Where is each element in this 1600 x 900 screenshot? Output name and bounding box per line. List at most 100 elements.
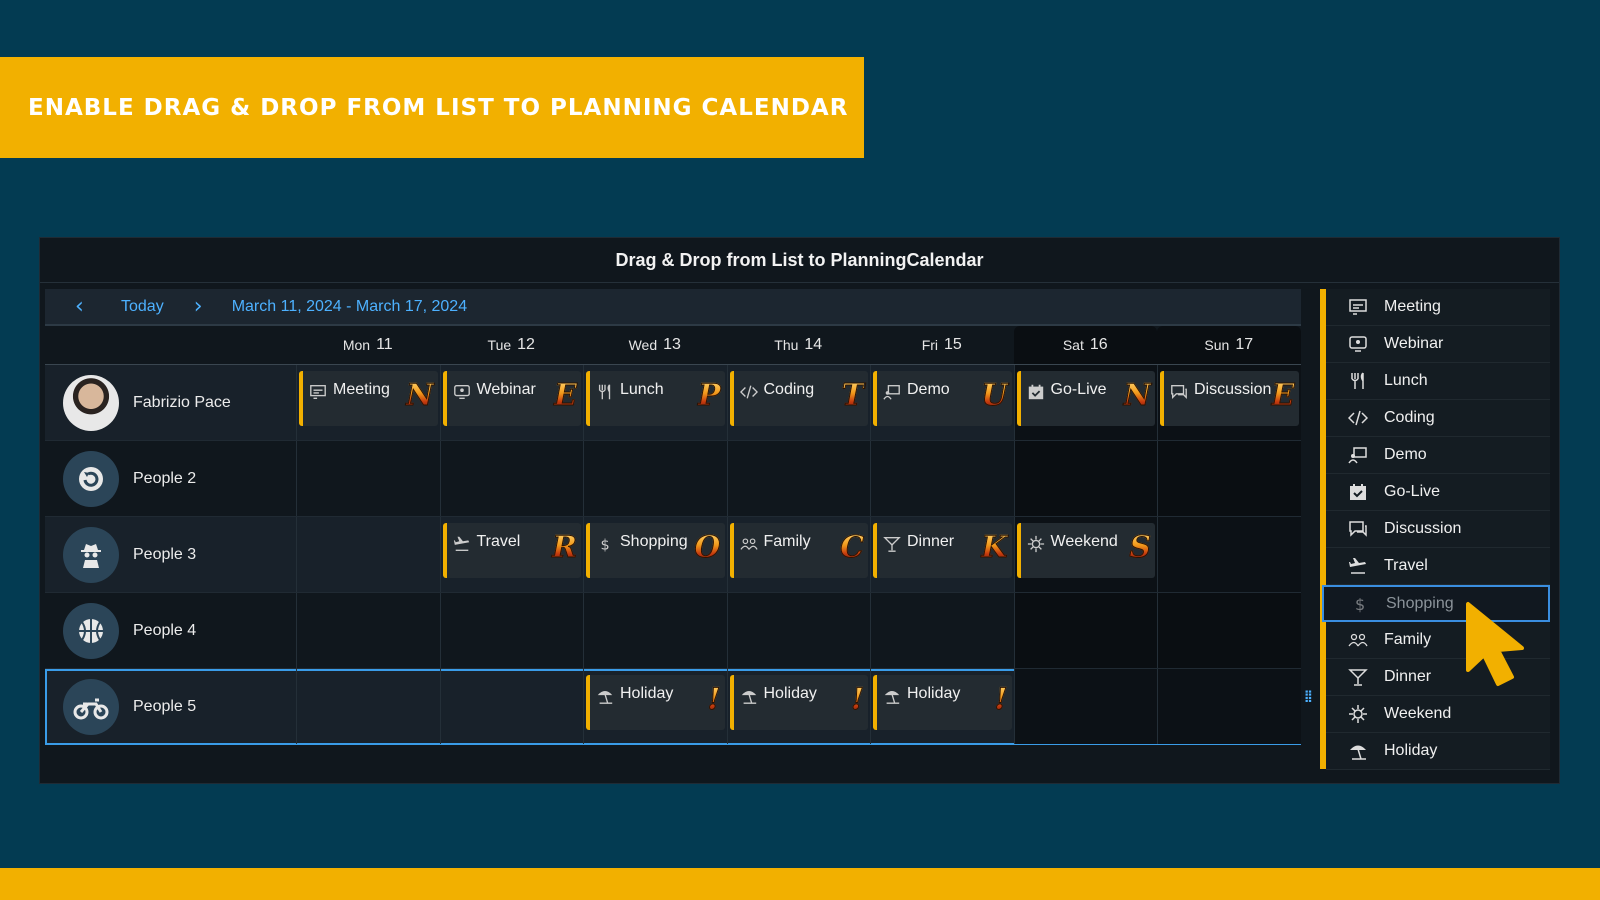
appointment-letter: T <box>841 378 864 413</box>
appointment[interactable]: Demo U <box>873 371 1012 426</box>
resize-grip-icon[interactable]: ⁞⁞ <box>1304 690 1313 705</box>
appointment-title: Meeting <box>333 381 390 398</box>
calendar-row-selected[interactable]: People 5 Holiday! Holiday! Holiday! <box>45 669 1301 745</box>
dinner-icon <box>1348 669 1368 686</box>
calendar-cell[interactable]: Discussion E <box>1157 365 1301 440</box>
shopping-icon: $ <box>1355 595 1365 614</box>
appointment[interactable]: Holiday! <box>873 675 1012 730</box>
calendar-cell[interactable]: Lunch P <box>583 365 727 440</box>
list-item-lunch[interactable]: Lunch <box>1326 363 1550 400</box>
appointment-title: Holiday <box>620 685 674 702</box>
calendar-cell[interactable]: Holiday! <box>583 669 727 744</box>
calendar-cell[interactable] <box>1157 441 1301 516</box>
calendar-cell[interactable]: Demo U <box>870 365 1014 440</box>
calendar-cell[interactable] <box>1157 517 1301 592</box>
calendar-cell[interactable]: $ Shopping O <box>583 517 727 592</box>
list-item-webinar[interactable]: Webinar <box>1326 326 1550 363</box>
calendar-cell[interactable] <box>726 593 871 668</box>
appointment-letter: N <box>1123 378 1151 413</box>
day-header-tue[interactable]: Tue 12 <box>440 326 584 364</box>
calendar-cell[interactable] <box>583 441 727 516</box>
calendar-cell[interactable] <box>1013 669 1157 744</box>
basketball-icon <box>79 618 103 643</box>
calendar-cell[interactable] <box>296 669 440 744</box>
list-item-holiday[interactable]: Holiday <box>1326 733 1550 770</box>
appointment[interactable]: Dinner K <box>873 523 1012 578</box>
day-name: Thu <box>774 337 799 353</box>
calendar-cell[interactable]: Meeting N <box>296 365 440 440</box>
calendar-cell[interactable]: Holiday! <box>870 669 1014 744</box>
today-button[interactable]: Today <box>121 298 164 316</box>
row-header: People 3 <box>45 517 296 592</box>
day-header-mon[interactable]: Mon 11 <box>296 326 440 364</box>
calendar-row[interactable]: People 3 Travel R $ Shopping O Family C Dinn… <box>45 517 1301 593</box>
appointment[interactable]: Discussion E <box>1160 371 1299 426</box>
title-banner: ENABLE DRAG & DROP FROM LIST TO PLANNING… <box>0 57 864 158</box>
mouse-pointer-icon <box>1466 602 1524 686</box>
holiday-icon <box>741 691 756 704</box>
appointment[interactable]: $ Shopping O <box>586 523 725 578</box>
calendar-cell[interactable]: Dinner K <box>870 517 1014 592</box>
appointment[interactable]: Holiday! <box>729 675 868 730</box>
list-item-meeting[interactable]: Meeting <box>1326 289 1550 326</box>
list-item-go-live[interactable]: Go-Live <box>1326 474 1550 511</box>
calendar-cell[interactable] <box>583 593 727 668</box>
appointment[interactable]: Weekend S <box>1016 523 1155 578</box>
chevron-right-icon[interactable]: › <box>194 295 214 318</box>
go-live-icon <box>1350 484 1366 500</box>
day-header-thu[interactable]: Thu 14 <box>727 326 871 364</box>
coding-icon <box>739 385 758 399</box>
demo-icon <box>1348 447 1367 464</box>
day-header-sun[interactable]: Sun 17 <box>1157 326 1301 364</box>
list-item-coding[interactable]: Coding <box>1326 400 1550 437</box>
appointment[interactable]: Go-Live N <box>1016 371 1155 426</box>
list-item-demo[interactable]: Demo <box>1326 437 1550 474</box>
calendar-cell[interactable] <box>870 441 1014 516</box>
calendar-cell[interactable] <box>439 593 584 668</box>
calendar-cell[interactable]: Holiday! <box>726 669 871 744</box>
appointment-title: Go-Live <box>1050 381 1107 398</box>
day-name: Mon <box>342 337 371 353</box>
coding-icon <box>1348 410 1368 426</box>
list-item-label: Weekend <box>1384 705 1452 722</box>
calendar-cell[interactable] <box>439 441 584 516</box>
appointment[interactable]: Travel R <box>442 523 581 578</box>
appointment[interactable]: Lunch P <box>586 371 725 426</box>
calendar-cell[interactable]: Family C <box>726 517 871 592</box>
calendar-cell[interactable] <box>1013 593 1157 668</box>
calendar-cell[interactable]: Go-Live N <box>1013 365 1157 440</box>
calendar-row[interactable]: People 2 <box>45 441 1301 517</box>
calendar-cell[interactable] <box>296 593 440 668</box>
spy-icon <box>81 543 101 568</box>
calendar-cell[interactable]: Coding T <box>726 365 871 440</box>
appointment[interactable]: Family C <box>729 523 868 578</box>
list-item-weekend[interactable]: Weekend <box>1326 696 1550 733</box>
calendar-cell[interactable] <box>726 441 871 516</box>
calendar-cell[interactable]: Webinar E <box>439 365 584 440</box>
calendar-cell[interactable] <box>870 593 1014 668</box>
chevron-left-icon[interactable]: ‹ <box>75 295 95 318</box>
calendar-row[interactable]: Fabrizio Pace Meeting N Webinar E Lunch P C… <box>45 365 1301 441</box>
appointment[interactable]: Webinar E <box>442 371 581 426</box>
list-item-travel[interactable]: Travel <box>1326 548 1550 585</box>
calendar-cell[interactable] <box>296 517 440 592</box>
calendar-cell[interactable]: Weekend S <box>1013 517 1157 592</box>
calendar-cell[interactable]: Travel R <box>439 517 584 592</box>
calendar-cell[interactable] <box>1157 669 1301 744</box>
day-header-wed[interactable]: Wed 13 <box>583 326 727 364</box>
date-range-picker[interactable]: March 11, 2024 - March 17, 2024 <box>232 298 467 316</box>
appointment[interactable]: Holiday! <box>586 675 725 730</box>
calendar-cell[interactable] <box>1013 441 1157 516</box>
calendar-cell[interactable] <box>439 669 584 744</box>
demo-icon <box>883 385 900 400</box>
calendar-row[interactable]: People 4 <box>45 593 1301 669</box>
list-item-discussion[interactable]: Discussion <box>1326 511 1550 548</box>
appointment[interactable]: Meeting N <box>299 371 438 426</box>
day-header-sat[interactable]: Sat 16 <box>1013 326 1157 364</box>
calendar-cell[interactable] <box>1157 593 1301 668</box>
calendar-cell[interactable] <box>296 441 440 516</box>
day-header-fri[interactable]: Fri 15 <box>870 326 1014 364</box>
motorcycle-icon <box>73 698 109 719</box>
appointment[interactable]: Coding T <box>729 371 868 426</box>
list-item-label: Discussion <box>1384 520 1462 537</box>
